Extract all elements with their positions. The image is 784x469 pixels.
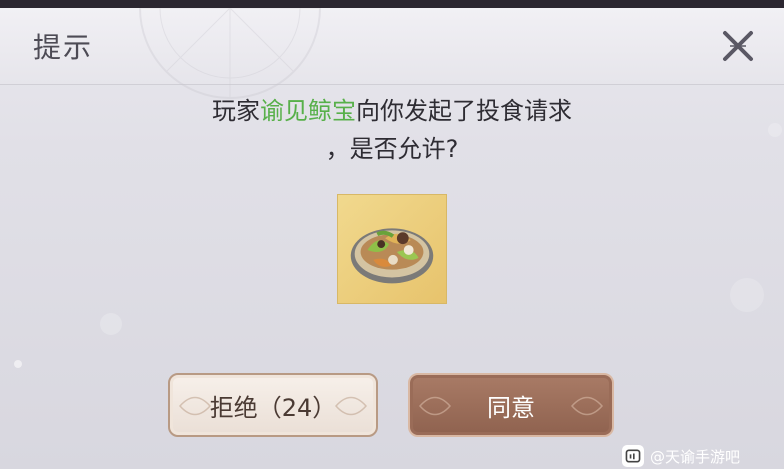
button-ornament-icon: [178, 396, 212, 416]
stir-fry-dish-icon: [350, 228, 434, 284]
button-ornament-icon: [418, 396, 452, 416]
button-ornament-icon: [334, 396, 368, 416]
button-ornament-icon: [570, 396, 604, 416]
bokeh-dot: [730, 278, 764, 312]
bokeh-dot: [100, 313, 122, 335]
close-x-icon[interactable]: [720, 28, 756, 64]
accept-button[interactable]: 同意: [408, 373, 614, 437]
feeding-request-dialog: 提示 玩家谕见鲸宝向你发起了投食请求 ，是否允许? 拒绝（24） 同意 @天谕手…: [0, 8, 784, 469]
food-item-slot[interactable]: [337, 194, 447, 304]
dialog-header: 提示: [0, 8, 784, 99]
accept-button-label: 同意: [487, 393, 535, 422]
reject-button[interactable]: 拒绝（24）: [168, 373, 378, 437]
bokeh-dot: [768, 123, 782, 137]
player-name[interactable]: 谕见鲸宝: [260, 97, 356, 125]
watermark-text: @天谕手游吧: [650, 447, 741, 466]
bokeh-dot: [14, 360, 22, 368]
dialog-message: 玩家谕见鲸宝向你发起了投食请求 ，是否允许?: [0, 92, 784, 168]
reject-button-label: 拒绝（24）: [209, 393, 337, 422]
message-suffix: 向你发起了投食请求: [356, 97, 572, 125]
dialog-title: 提示: [33, 31, 94, 64]
tieba-logo-icon: [622, 445, 644, 467]
watermark: @天谕手游吧: [622, 444, 740, 468]
message-prefix: 玩家: [212, 97, 260, 125]
message-line-2: ，是否允许?: [325, 135, 459, 163]
message-line-1: 玩家谕见鲸宝向你发起了投食请求: [0, 92, 784, 130]
